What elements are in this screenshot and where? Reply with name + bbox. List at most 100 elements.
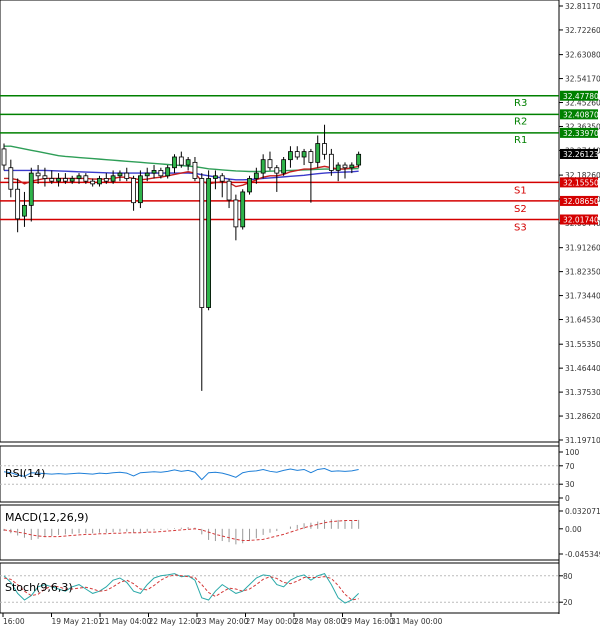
level-label-r3: R3 (514, 98, 527, 109)
x-tick-label: 16:00 (3, 617, 25, 626)
candle (28, 172, 34, 206)
candle (131, 178, 136, 204)
y-tick-label: 31.28620 (565, 412, 600, 421)
level-price-label: 32.08650 (563, 197, 599, 206)
candle (247, 178, 252, 193)
y-tick-label: 31.55350 (565, 340, 600, 349)
level-price-label: 32.33970 (563, 129, 599, 138)
candle (56, 178, 61, 182)
candle (294, 151, 300, 158)
candle (103, 178, 109, 182)
candle (356, 153, 362, 166)
pane-1-frame (0, 445, 560, 503)
x-tick-label: 21 May 04:00 (100, 617, 152, 626)
candle (1, 148, 7, 166)
candle (281, 159, 287, 174)
x-tick-label: 28 May 08:00 (294, 617, 346, 626)
candle (328, 153, 334, 171)
candle (288, 151, 293, 161)
candle (90, 180, 96, 185)
candle (117, 172, 123, 177)
candle (165, 167, 171, 177)
candle (42, 175, 48, 179)
rsi-title: RSI(14) (5, 467, 45, 480)
candle (35, 172, 41, 177)
candle (267, 159, 273, 169)
rsi-y-tick-label: 100 (565, 448, 580, 457)
y-tick-label: 31.46440 (565, 364, 600, 373)
candle (253, 172, 259, 179)
x-tick-label: 27 May 00:00 (246, 617, 298, 626)
candle (199, 178, 205, 308)
candle (97, 178, 102, 185)
level-price-label: 32.40870 (563, 110, 599, 119)
candle (185, 159, 191, 166)
candle (49, 178, 55, 182)
candle (110, 175, 116, 182)
y-tick-label: 31.82350 (565, 268, 600, 277)
candle (260, 159, 266, 174)
x-tick-label: 23 May 20:00 (197, 617, 249, 626)
stoch-y-tick-label: 80 (563, 572, 573, 581)
macd-y-tick-label: 0.00 (565, 525, 582, 534)
rsi-y-tick-label: 70 (565, 462, 575, 471)
x-tick-label: 22 May 12:00 (149, 617, 201, 626)
chart-root: 32.81170 32.72260 32.63080 32.54170 32.45260… (0, 0, 600, 630)
level-label-s2: S2 (514, 204, 527, 215)
rsi-y-tick-label: 30 (565, 480, 575, 489)
candle (124, 172, 130, 179)
y-tick-label: 32.63080 (565, 51, 600, 60)
y-tick-label: 31.64530 (565, 316, 600, 325)
level-price-label: 32.01740 (563, 216, 599, 225)
level-label-s1: S1 (514, 185, 527, 196)
candle (335, 164, 341, 171)
level-label-r1: R1 (514, 135, 527, 146)
candle (62, 178, 68, 182)
candle (315, 143, 321, 163)
x-tick-label: 31 May 00:00 (391, 617, 443, 626)
candle (240, 191, 246, 228)
current-price-label: 32.26123 (563, 150, 599, 159)
candle (206, 178, 212, 308)
x-tick-label: 29 May 16:00 (343, 617, 395, 626)
y-tick-label: 31.73440 (565, 292, 600, 301)
candle (226, 180, 232, 201)
candle (178, 156, 184, 166)
y-tick-label: 32.81170 (565, 2, 600, 11)
chart-canvas: 32.8117032.7226032.6308032.5417032.45260… (0, 0, 600, 626)
candle (137, 175, 143, 204)
candle (192, 161, 198, 179)
macd-y-tick-label: -0.045349 (565, 550, 600, 559)
rsi-y-tick-label: 0 (565, 494, 570, 503)
y-tick-label: 31.37530 (565, 388, 600, 397)
stoch-y-tick-label: 20 (563, 598, 573, 607)
candle (8, 167, 14, 190)
candle (172, 156, 177, 169)
candle (213, 175, 218, 179)
y-tick-label: 31.91260 (565, 244, 600, 253)
candle (83, 175, 89, 182)
candle (233, 199, 239, 228)
level-price-label: 32.15550 (563, 178, 599, 187)
candle (308, 151, 314, 163)
candle (158, 170, 164, 177)
candle (301, 151, 307, 158)
candle (219, 175, 225, 182)
y-tick-label: 32.54170 (565, 75, 600, 84)
candle (22, 204, 27, 217)
candle (15, 188, 21, 220)
level-label-r2: R2 (514, 116, 527, 127)
candle (274, 167, 280, 174)
candle (151, 170, 157, 174)
pane-0-frame (0, 0, 560, 443)
candle (322, 143, 327, 155)
candle (144, 172, 150, 177)
x-tick-label: 19 May 21:01 (52, 617, 104, 626)
macd-title: MACD(12,26,9) (5, 511, 89, 524)
stoch-title: Stoch(9,6,3) (5, 581, 73, 594)
y-tick-label: 32.72260 (565, 26, 600, 35)
y-tick-label: 31.19710 (565, 436, 600, 445)
candle (349, 164, 355, 169)
level-price-label: 32.47780 (563, 92, 599, 101)
level-label-s3: S3 (514, 223, 527, 234)
